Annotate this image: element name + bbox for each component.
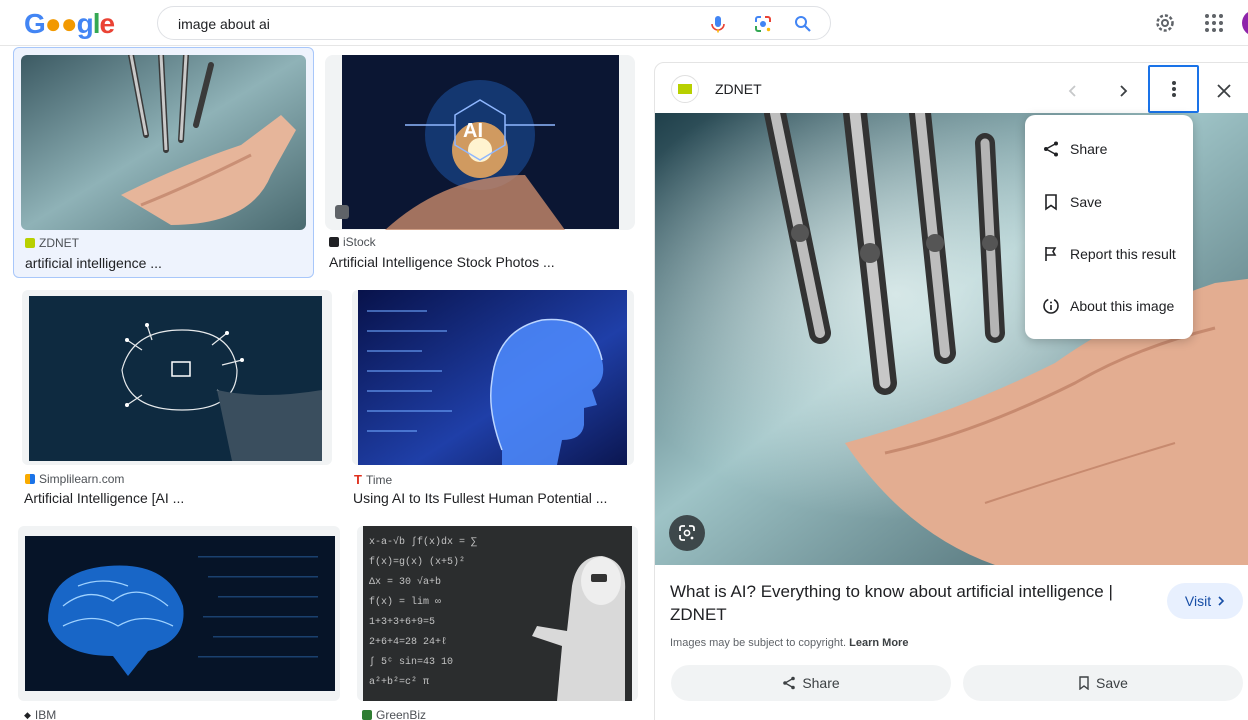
result-card[interactable]: AI iStock Artificial Intelligence Stock … (325, 47, 636, 278)
search-icon[interactable] (793, 14, 813, 34)
svg-text:AI: AI (463, 120, 483, 142)
result-card[interactable]: ◆ IBM (18, 526, 340, 720)
mic-icon[interactable] (708, 14, 728, 34)
result-source: ◆ IBM (24, 708, 57, 720)
zdnet-icon (25, 238, 35, 248)
learn-more-link[interactable]: Learn More (849, 637, 908, 649)
ibm-icon: ◆ (24, 709, 31, 720)
share-icon (783, 676, 796, 690)
chevron-right-icon (1120, 85, 1128, 97)
next-button[interactable] (1103, 71, 1143, 111)
flag-icon (1045, 247, 1057, 261)
greenbiz-icon (362, 710, 372, 720)
svg-text:f(x)=g(x) (x+5)²: f(x)=g(x) (x+5)² (369, 556, 465, 568)
time-icon: T (354, 472, 362, 487)
lens-icon[interactable] (753, 14, 773, 34)
result-source: Simplilearn.com (25, 472, 124, 486)
bookmark-icon (1045, 194, 1057, 211)
result-image[interactable] (18, 526, 340, 701)
previous-button[interactable] (1053, 71, 1093, 111)
svg-text:a²+b²=c² π: a²+b²=c² π (369, 676, 429, 688)
close-button[interactable] (1204, 71, 1244, 111)
menu-item-save[interactable]: Save (1025, 176, 1193, 228)
top-bar: G●●gle image about ai (0, 0, 1248, 46)
result-title[interactable]: Artificial Intelligence [AI ... (24, 490, 184, 506)
svg-text:1+3+3+6+9=5: 1+3+3+6+9=5 (369, 617, 435, 628)
result-source: GreenBiz (362, 708, 426, 720)
result-source: ZDNET (25, 236, 79, 250)
result-image[interactable]: AI (325, 55, 635, 230)
svg-text:x-a-√b ∫f(x)dx = ∑: x-a-√b ∫f(x)dx = ∑ (369, 535, 477, 548)
about-image-icon (1043, 298, 1059, 314)
copyright-notice: Images may be subject to copyright. Lear… (670, 637, 909, 649)
more-options-menu: Share Save Report this result About this… (1025, 115, 1193, 339)
search-box[interactable]: image about ai (157, 6, 831, 40)
result-image[interactable] (352, 290, 634, 465)
zdnet-logo (671, 75, 699, 103)
panel-title[interactable]: What is AI? Everything to know about art… (670, 580, 1140, 626)
svg-text:f(x) = lim ∞: f(x) = lim ∞ (369, 596, 441, 608)
menu-item-share[interactable]: Share (1025, 123, 1193, 175)
simplilearn-icon (25, 474, 35, 484)
save-button[interactable]: Save (963, 665, 1243, 701)
result-card[interactable]: ZDNET artificial intelligence ... (13, 47, 314, 278)
result-source: iStock (329, 235, 376, 249)
share-button[interactable]: Share (671, 665, 951, 701)
lens-icon (679, 525, 695, 541)
close-icon (1217, 84, 1231, 98)
result-title[interactable]: artificial intelligence ... (25, 255, 162, 271)
chevron-left-icon (1068, 85, 1076, 97)
result-card[interactable]: Simplilearn.com Artificial Intelligence … (22, 290, 332, 512)
result-card[interactable]: T Time Using AI to Its Fullest Human Pot… (352, 290, 635, 512)
more-options-button[interactable] (1148, 65, 1199, 113)
settings-icon[interactable] (1153, 11, 1177, 35)
result-title[interactable]: Artificial Intelligence Stock Photos ... (329, 254, 555, 270)
search-input[interactable]: image about ai (178, 16, 270, 32)
chevron-right-icon (1218, 596, 1225, 606)
result-source: T Time (354, 472, 393, 487)
panel-source-name[interactable]: ZDNET (715, 81, 762, 97)
google-lens-button[interactable] (669, 515, 705, 551)
google-logo[interactable]: G●●gle (24, 8, 115, 40)
apps-icon[interactable] (1202, 11, 1226, 35)
result-image[interactable] (22, 290, 332, 465)
avatar[interactable] (1242, 10, 1248, 36)
istock-icon (329, 237, 339, 247)
svg-text:∫ 5ᶜ sin=43 10: ∫ 5ᶜ sin=43 10 (369, 656, 453, 668)
result-title[interactable]: Using AI to Its Fullest Human Potential … (353, 490, 607, 506)
result-image[interactable] (21, 55, 306, 230)
result-card[interactable]: x-a-√b ∫f(x)dx = ∑ f(x)=g(x) (x+5)² Δx =… (357, 526, 638, 720)
more-vert-icon (1171, 81, 1176, 97)
result-image[interactable]: x-a-√b ∫f(x)dx = ∑ f(x)=g(x) (x+5)² Δx =… (357, 526, 638, 701)
visit-button[interactable]: Visit (1167, 583, 1243, 619)
menu-item-about-image[interactable]: About this image (1025, 280, 1193, 332)
svg-text:Δx = 30 √a+b: Δx = 30 √a+b (369, 575, 441, 588)
bookmark-icon (1079, 676, 1089, 690)
menu-item-report[interactable]: Report this result (1025, 228, 1193, 280)
share-icon (1044, 141, 1058, 157)
svg-text:2+6+4=28 24+ℓ: 2+6+4=28 24+ℓ (369, 637, 447, 648)
